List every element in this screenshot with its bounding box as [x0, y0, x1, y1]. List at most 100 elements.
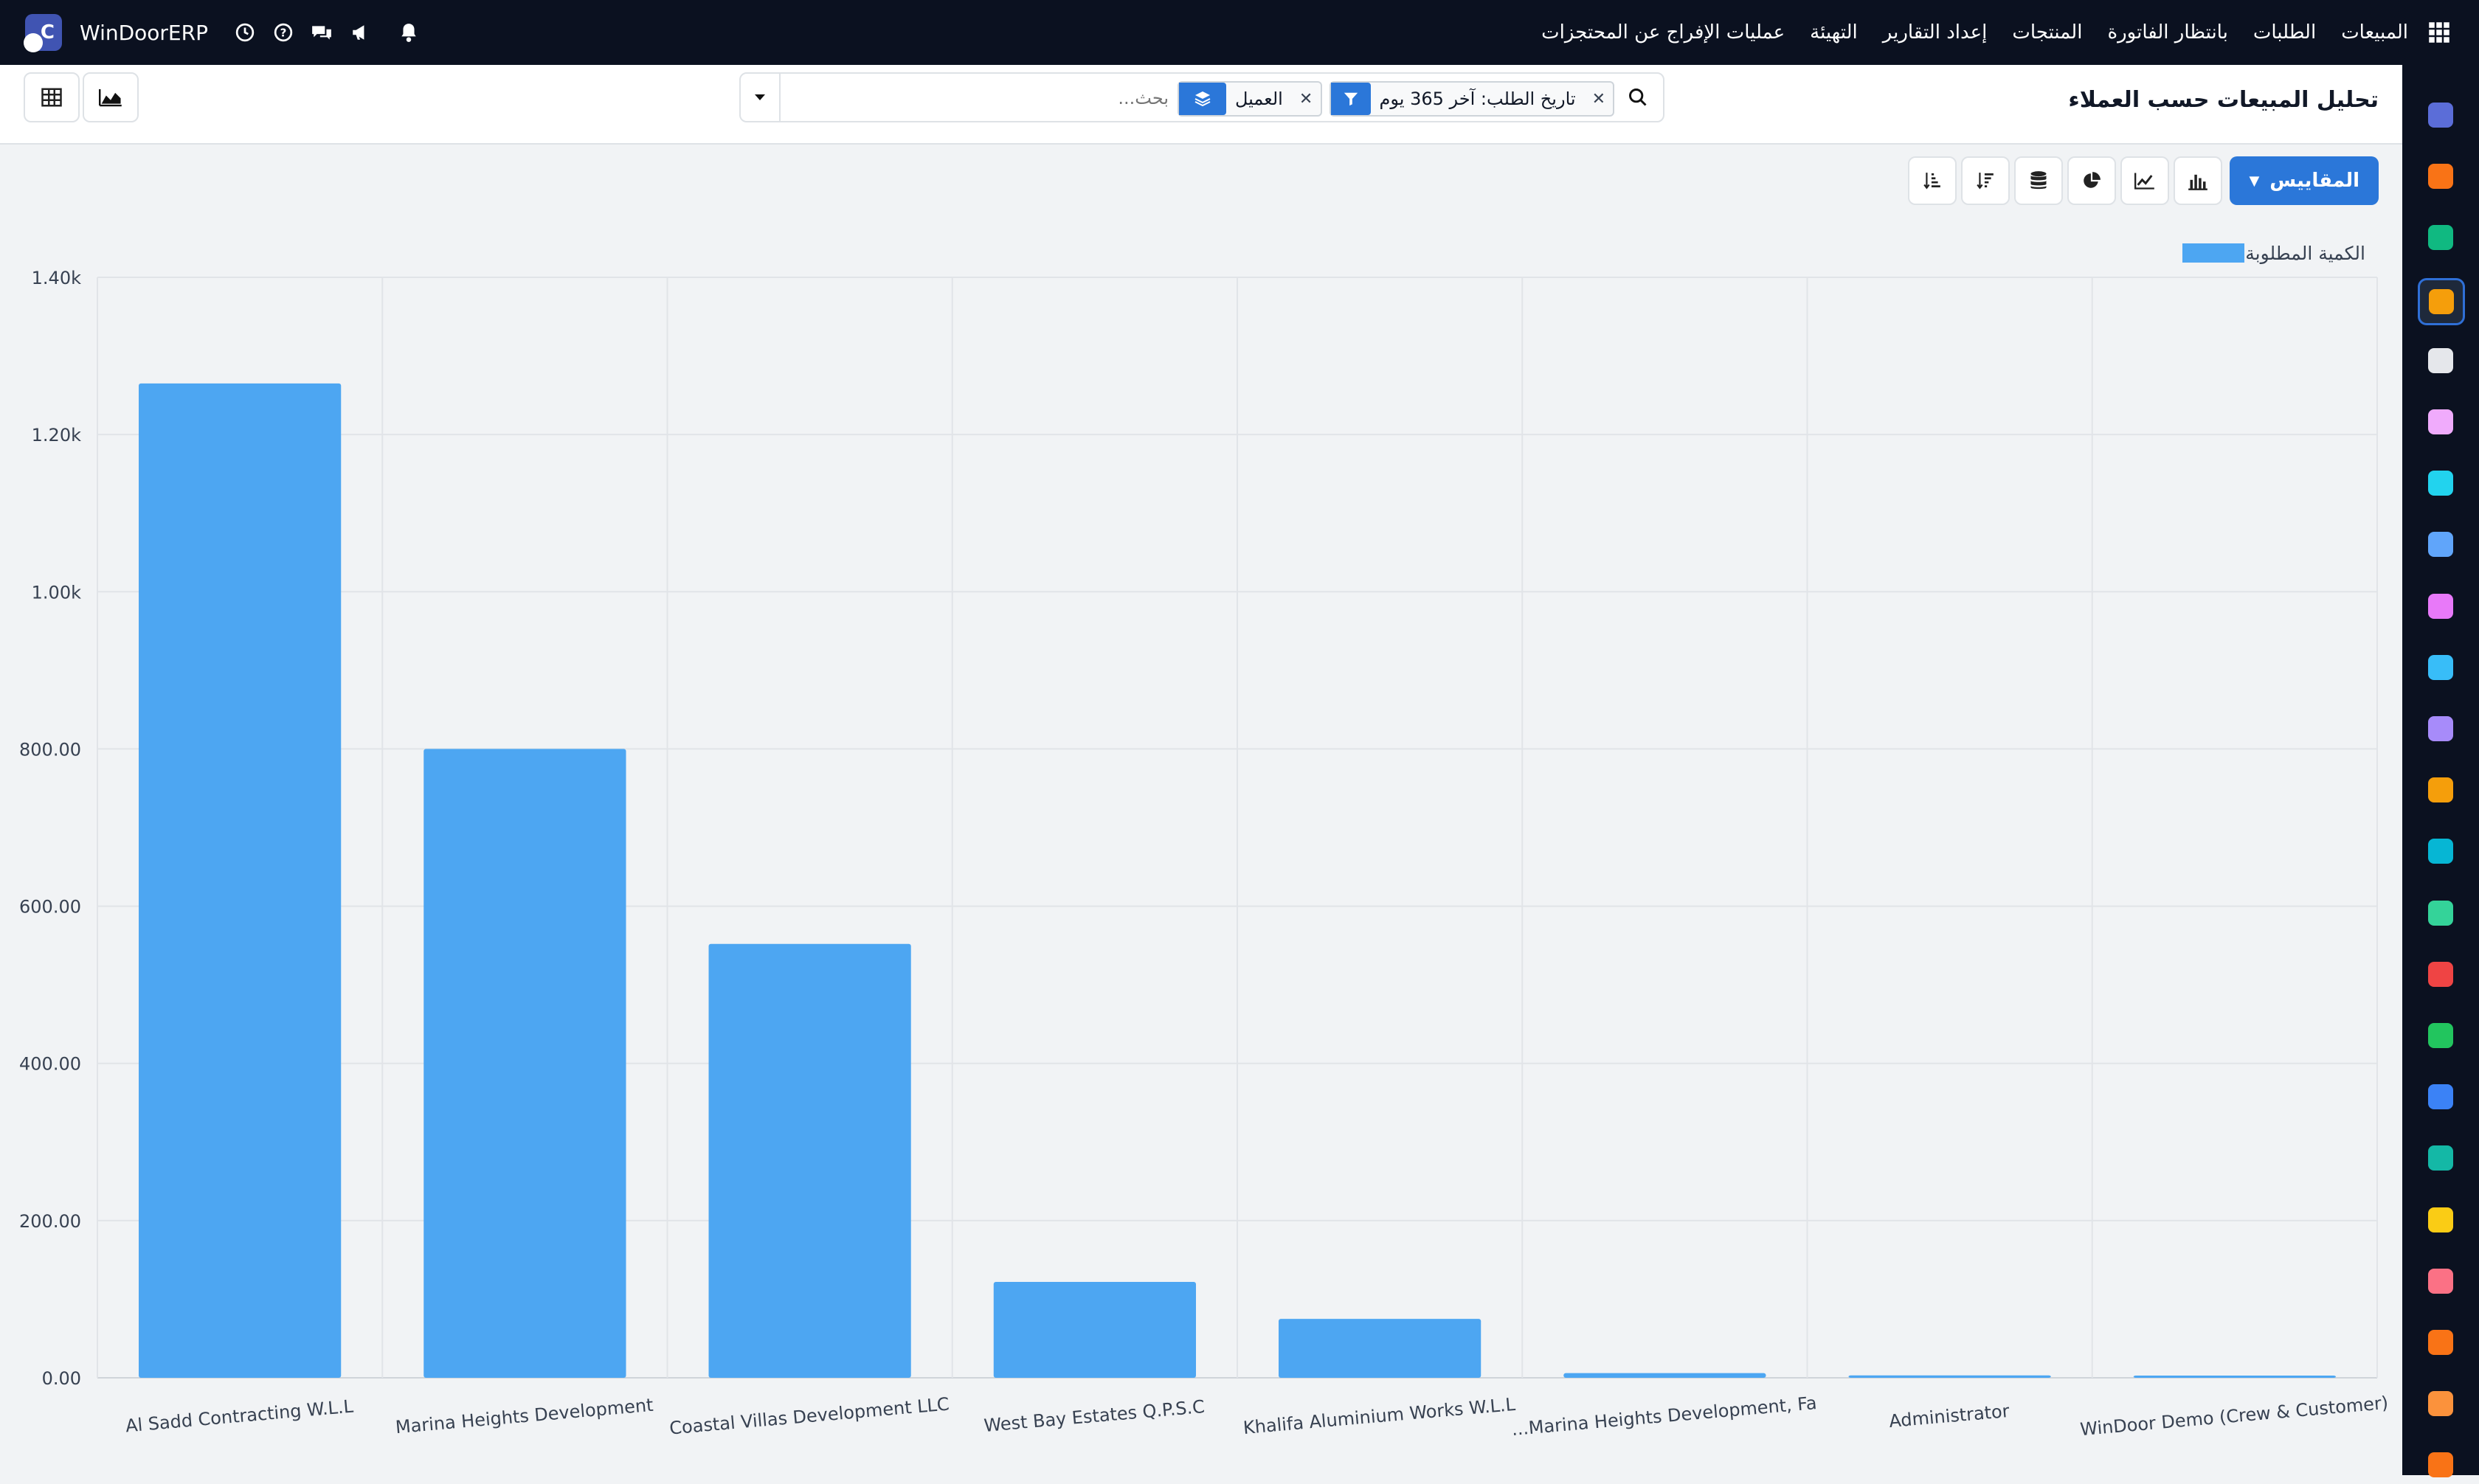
- studio-app-icon[interactable]: [2421, 1384, 2460, 1423]
- bar[interactable]: [1563, 1373, 1766, 1378]
- crm-app-icon[interactable]: [2421, 218, 2460, 257]
- remove-groupby-icon[interactable]: ✕: [1292, 90, 1320, 108]
- x-tick-label: Al Sadd Contracting W.L.L: [125, 1396, 355, 1437]
- control-panel: تحليل المبيعات حسب العملاء تاريخ الطلب: …: [0, 65, 2402, 145]
- studio-app-glyph: [2428, 1391, 2453, 1417]
- apps-store-glyph: [2428, 1330, 2453, 1355]
- brand-name[interactable]: WinDoorERP: [80, 21, 208, 45]
- x-tick-label: Marina Heights Development: [395, 1395, 654, 1438]
- settings-app-glyph: [2428, 1452, 2453, 1478]
- chat-app-icon[interactable]: [2421, 157, 2460, 195]
- contacts-app-glyph: [2428, 900, 2453, 926]
- bell-icon[interactable]: [394, 18, 423, 47]
- search-input[interactable]: [784, 84, 1170, 112]
- menu-item-products[interactable]: المنتجات: [2012, 21, 2082, 44]
- bar[interactable]: [139, 383, 342, 1378]
- website-app-icon[interactable]: [2421, 1139, 2460, 1177]
- crm-app-glyph: [2428, 225, 2453, 251]
- inventory-app-icon[interactable]: [2421, 341, 2460, 380]
- tasks-app-glyph: [2428, 471, 2453, 496]
- email-marketing-app-icon[interactable]: [2421, 1201, 2460, 1239]
- sales-app-icon[interactable]: [2418, 277, 2465, 325]
- sign-app-icon[interactable]: [2421, 832, 2460, 870]
- sign-app-glyph: [2428, 839, 2453, 864]
- filter-icon: [1331, 83, 1371, 115]
- invoicing-app-icon[interactable]: [2421, 648, 2460, 687]
- employees-app-icon[interactable]: [2421, 710, 2460, 748]
- email-marketing-app-glyph: [2428, 1207, 2453, 1232]
- settings-app-icon[interactable]: [2421, 1446, 2460, 1484]
- calendar-app-icon[interactable]: [2421, 771, 2460, 809]
- bar[interactable]: [708, 943, 911, 1378]
- products-app-icon[interactable]: [2421, 587, 2460, 625]
- website-app-glyph: [2428, 1145, 2453, 1171]
- contacts-app-icon[interactable]: [2421, 894, 2460, 932]
- products-app-glyph: [2428, 593, 2453, 619]
- svg-text:?: ?: [280, 26, 287, 39]
- knowledge-app-icon[interactable]: [2421, 525, 2460, 564]
- menu-item-configuration[interactable]: التهيئة: [1810, 21, 1858, 44]
- y-tick-label: 1.20k: [32, 425, 81, 445]
- y-tick-label: 0.00: [42, 1368, 81, 1389]
- measures-dropdown-button[interactable]: المقاييس ▼: [2230, 156, 2379, 205]
- y-tick-label: 200.00: [19, 1211, 81, 1232]
- apps-grid-icon[interactable]: [2424, 18, 2454, 47]
- bar[interactable]: [1279, 1319, 1481, 1378]
- menu-item-reporting[interactable]: إعداد التقارير: [1883, 21, 1988, 44]
- mail-app-glyph: [2428, 103, 2453, 128]
- y-tick-label: 400.00: [19, 1054, 81, 1075]
- x-tick-label: Coastal Villas Development LLC: [668, 1394, 950, 1439]
- apps-store-icon[interactable]: [2421, 1323, 2460, 1362]
- help-icon[interactable]: ?: [269, 18, 298, 47]
- graph-view-icon[interactable]: [83, 72, 139, 122]
- brand: C WinDoorERP ?: [24, 14, 428, 52]
- tasks-app-icon[interactable]: [2421, 464, 2460, 502]
- y-tick-label: 800.00: [19, 739, 81, 760]
- top-navbar: C WinDoorERP ? المبيعات الطلبات بانتظار …: [0, 0, 2479, 65]
- sort-descending-icon[interactable]: [1961, 156, 2010, 205]
- megaphone-icon[interactable]: [345, 18, 375, 47]
- search-options-toggle[interactable]: [741, 74, 781, 121]
- dashboards-app-glyph: [2428, 961, 2453, 987]
- employees-app-glyph: [2428, 716, 2453, 741]
- company-logo-icon[interactable]: C: [24, 14, 62, 52]
- sales-app-glyph: [2429, 288, 2454, 314]
- bar-chart-icon[interactable]: [2174, 156, 2223, 205]
- app-switcher-rail: [2402, 65, 2479, 1478]
- bar[interactable]: [2133, 1376, 2336, 1378]
- dashboards-app-icon[interactable]: [2421, 955, 2460, 994]
- line-chart-icon[interactable]: [2120, 156, 2170, 205]
- pivot-view-icon[interactable]: [24, 72, 80, 122]
- search-icon[interactable]: [1625, 84, 1651, 111]
- x-tick-label: Khalifa Aluminium Works W.L.L: [1242, 1394, 1517, 1438]
- pie-chart-icon[interactable]: [2067, 156, 2117, 205]
- menu-item-retention-release[interactable]: عمليات الإفراج عن المحتجزات: [1541, 21, 1785, 44]
- x-tick-label: WinDoor Demo (Crew & Customer): [2079, 1393, 2389, 1440]
- groupby-facet[interactable]: العميل ✕: [1178, 81, 1322, 117]
- bar[interactable]: [1848, 1375, 2051, 1378]
- timesheet-app-icon[interactable]: [2421, 1262, 2460, 1300]
- bar[interactable]: [423, 749, 626, 1378]
- mail-app-icon[interactable]: [2421, 96, 2460, 134]
- page-title: تحليل المبيعات حسب العملاء: [2068, 87, 2379, 113]
- clock-icon[interactable]: [230, 18, 260, 47]
- view-switcher: [24, 72, 142, 122]
- graph-toolbar: المقاييس ▼: [1904, 156, 2379, 205]
- discuss-app-icon[interactable]: [2421, 1078, 2460, 1116]
- legend-label: الكمية المطلوبة: [2245, 243, 2365, 264]
- x-tick-label: ...Marina Heights Development, Fa: [1511, 1393, 1818, 1440]
- sort-ascending-icon[interactable]: [1908, 156, 1957, 205]
- menu-item-to-invoice[interactable]: بانتظار الفاتورة: [2107, 21, 2227, 44]
- stacked-icon[interactable]: [2014, 156, 2064, 205]
- menu-item-orders[interactable]: الطلبات: [2253, 21, 2316, 44]
- chat-icon[interactable]: [307, 18, 336, 47]
- inventory-app-glyph: [2428, 347, 2453, 373]
- whatsapp-app-icon[interactable]: [2421, 1016, 2460, 1055]
- timesheet-app-glyph: [2428, 1268, 2453, 1294]
- photos-app-icon[interactable]: [2421, 403, 2460, 441]
- menu-item-sales[interactable]: المبيعات: [2341, 21, 2408, 44]
- bar[interactable]: [993, 1281, 1196, 1378]
- main-menu: المبيعات الطلبات بانتظار الفاتورة المنتج…: [1516, 0, 2454, 65]
- remove-filter-icon[interactable]: ✕: [1585, 90, 1613, 108]
- filter-facet[interactable]: تاريخ الطلب: آخر 365 يوم ✕: [1330, 81, 1614, 117]
